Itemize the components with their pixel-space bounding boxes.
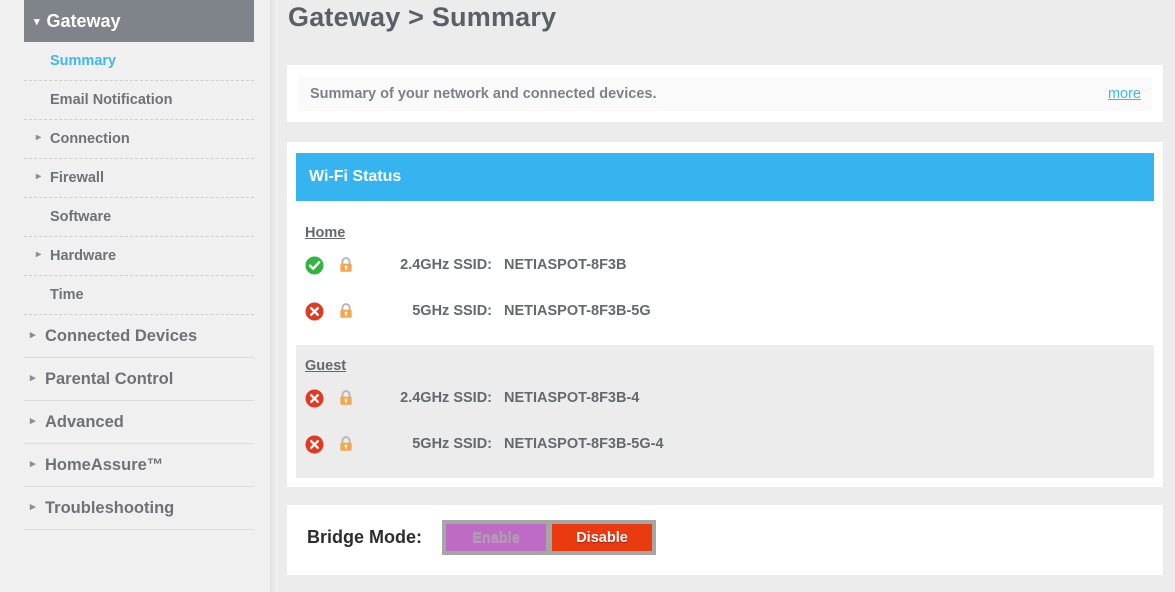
- bridge-disable-button[interactable]: Disable: [552, 524, 652, 551]
- sidebar-item-label: Hardware: [50, 248, 117, 264]
- sidebar-item-firewall[interactable]: ▸ Firewall: [24, 159, 254, 198]
- sidebar-item-summary[interactable]: Summary: [24, 42, 254, 81]
- bridge-mode-card: Bridge Mode: Enable Disable: [287, 505, 1163, 575]
- sidebar-item-label: HomeAssure™: [45, 455, 164, 474]
- main-content: Gateway > Summary Summary of your networ…: [278, 0, 1175, 592]
- sidebar-item-label: Summary: [50, 53, 117, 69]
- chevron-right-icon: ▸: [36, 171, 42, 182]
- ssid-label: 5GHz SSID:: [412, 303, 492, 319]
- sidebar-nav-list: Summary Email Notification ▸ Connection …: [24, 42, 254, 530]
- chevron-right-icon: ▸: [36, 249, 42, 260]
- sidebar-item-parental-control[interactable]: ▸ Parental Control: [24, 358, 254, 401]
- sidebar-item-label: Firewall: [50, 170, 104, 186]
- wifi-group-title-home[interactable]: Home: [296, 212, 345, 241]
- sidebar-item-connection[interactable]: ▸ Connection: [24, 120, 254, 159]
- sidebar-item-troubleshooting[interactable]: ▸ Troubleshooting: [24, 487, 254, 530]
- sidebar-item-label: Parental Control: [45, 369, 174, 388]
- wifi-group-guest: Guest 2.4GHz SSID: NETIASPOT-8F3B-4 5GHz…: [296, 345, 1154, 478]
- sidebar-item-label: Email Notification: [50, 92, 173, 108]
- page-title: Gateway > Summary: [288, 2, 557, 32]
- wifi-group-home: Home 2.4GHz SSID: NETIASPOT-8F3B 5GHz SS…: [296, 212, 1154, 339]
- sidebar-item-connected-devices[interactable]: ▸ Connected Devices: [24, 315, 254, 358]
- sidebar-header-label: Gateway: [46, 10, 121, 31]
- ssid-value: NETIASPOT-8F3B-4: [504, 390, 640, 406]
- sidebar: ▾ Gateway Summary Email Notification ▸ C…: [0, 0, 278, 592]
- sidebar-item-hardware[interactable]: ▸ Hardware: [24, 237, 254, 276]
- sidebar-item-email-notification[interactable]: Email Notification: [24, 81, 254, 120]
- lock-icon: [336, 301, 356, 321]
- summary-card: Summary of your network and connected de…: [287, 65, 1163, 122]
- sidebar-item-advanced[interactable]: ▸ Advanced: [24, 401, 254, 444]
- lock-icon: [336, 388, 356, 408]
- chevron-right-icon: ▸: [30, 414, 36, 427]
- sidebar-header-gateway[interactable]: ▾ Gateway: [24, 0, 254, 42]
- ssid-label: 2.4GHz SSID:: [400, 390, 492, 406]
- ssid-label: 5GHz SSID:: [412, 436, 492, 452]
- sidebar-item-label: Time: [50, 287, 84, 303]
- wifi-status-card: Wi-Fi Status Home 2.4GHz SSID: NETIASPOT…: [287, 142, 1163, 487]
- x-circle-icon: [305, 435, 324, 454]
- sidebar-item-homeassure[interactable]: ▸ HomeAssure™: [24, 444, 254, 487]
- wifi-status-header: Wi-Fi Status: [296, 153, 1154, 201]
- x-circle-icon: [305, 389, 324, 408]
- lock-icon: [336, 255, 356, 275]
- summary-strip: Summary of your network and connected de…: [298, 77, 1152, 111]
- summary-description: Summary of your network and connected de…: [310, 86, 657, 102]
- ssid-row: 5GHz SSID: NETIASPOT-8F3B-5G-4: [296, 421, 1154, 467]
- lock-icon: [336, 434, 356, 454]
- ssid-value: NETIASPOT-8F3B-5G: [504, 303, 651, 319]
- wifi-status-header-label: Wi-Fi Status: [309, 168, 402, 185]
- x-circle-icon: [305, 302, 324, 321]
- bridge-enable-button[interactable]: Enable: [446, 524, 546, 551]
- sidebar-item-label: Connection: [50, 131, 130, 147]
- ssid-row: 2.4GHz SSID: NETIASPOT-8F3B-4: [296, 375, 1154, 421]
- sidebar-item-label: Connected Devices: [45, 326, 198, 345]
- sidebar-item-time[interactable]: Time: [24, 276, 254, 315]
- chevron-right-icon: ▸: [30, 457, 36, 470]
- chevron-down-icon: ▾: [34, 15, 40, 28]
- sidebar-item-software[interactable]: Software: [24, 198, 254, 237]
- chevron-right-icon: ▸: [36, 132, 42, 143]
- chevron-right-icon: ▸: [30, 500, 36, 513]
- ssid-label: 2.4GHz SSID:: [400, 257, 492, 273]
- ssid-value: NETIASPOT-8F3B: [504, 257, 627, 273]
- sidebar-item-label: Troubleshooting: [45, 498, 175, 517]
- more-link[interactable]: more: [1108, 86, 1141, 102]
- chevron-right-icon: ▸: [30, 371, 36, 384]
- check-circle-icon: [305, 256, 324, 275]
- sidebar-item-label: Advanced: [45, 412, 124, 431]
- bridge-mode-toggle: Enable Disable: [442, 520, 656, 555]
- bridge-mode-row: Bridge Mode: Enable Disable: [307, 520, 656, 555]
- sidebar-item-label: Software: [50, 209, 112, 225]
- wifi-group-title-guest[interactable]: Guest: [296, 345, 346, 374]
- chevron-right-icon: ▸: [30, 328, 36, 341]
- ssid-value: NETIASPOT-8F3B-5G-4: [504, 436, 664, 452]
- ssid-row: 2.4GHz SSID: NETIASPOT-8F3B: [296, 242, 1154, 288]
- ssid-row: 5GHz SSID: NETIASPOT-8F3B-5G: [296, 288, 1154, 334]
- bridge-mode-label: Bridge Mode:: [307, 527, 422, 547]
